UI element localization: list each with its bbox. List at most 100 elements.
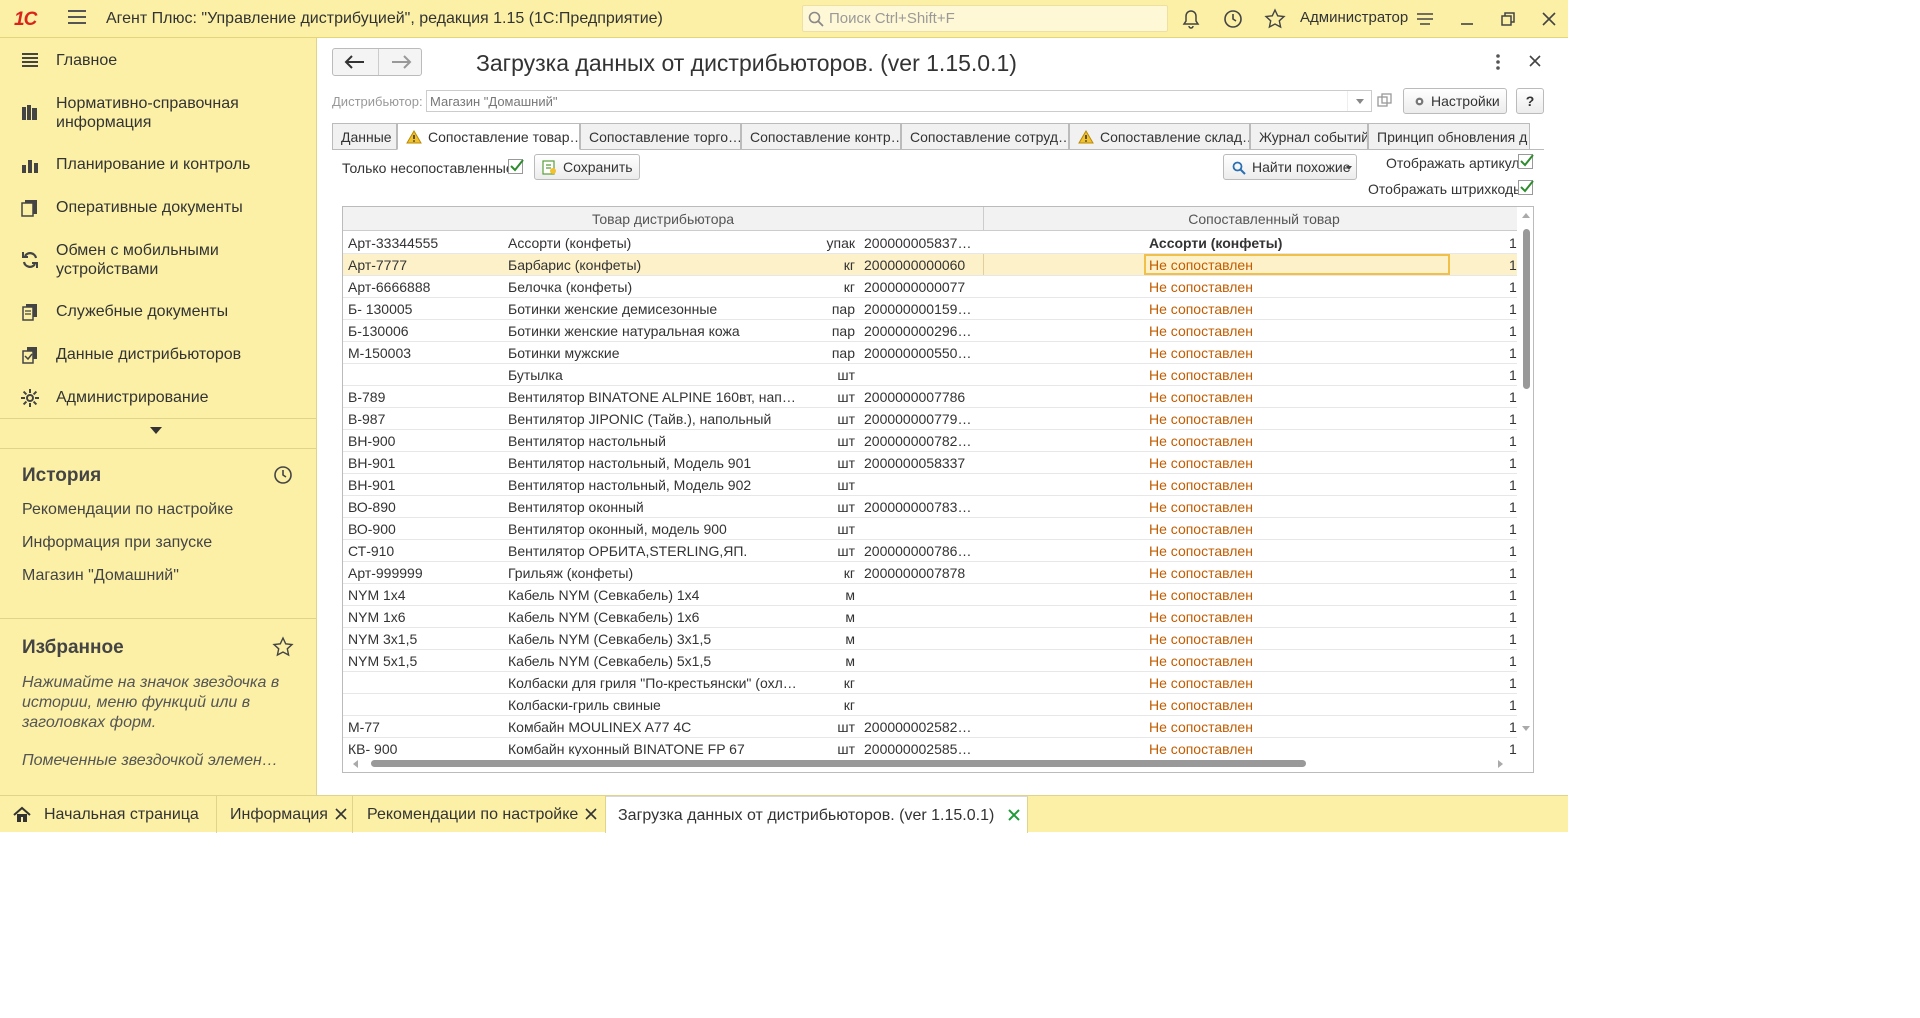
cell-goods-name[interactable]: Вентилятор оконный, модель 900 [508, 521, 800, 537]
find-similar-button[interactable]: Найти похожие [1223, 154, 1357, 180]
window-tab-info[interactable]: Информация [217, 796, 353, 833]
cell-article[interactable]: ВН-901 [348, 477, 498, 493]
cell-matched-goods[interactable]: Не сопоставлен [1149, 477, 1449, 493]
close-icon[interactable] [1538, 8, 1560, 30]
cell-matched-goods[interactable]: Не сопоставлен [1149, 587, 1449, 603]
cell-matched-goods[interactable]: Не сопоставлен [1149, 499, 1449, 515]
scrollbar-thumb[interactable] [1523, 229, 1530, 389]
sidebar-item-service-docs[interactable]: Служебные документы [0, 301, 317, 325]
cell-barcode[interactable]: 2000000007823;… [864, 433, 979, 449]
cell-goods-name[interactable]: Кабель NYM (Севкабель) 1х4 [508, 587, 800, 603]
cell-matched-goods[interactable]: Не сопоставлен [1149, 609, 1449, 625]
cell-article[interactable]: NYM 1x6 [348, 609, 498, 625]
global-search-input[interactable]: Поиск Ctrl+Shift+F [802, 5, 1168, 32]
settings-button[interactable]: Настройки [1403, 88, 1507, 114]
tab-warehouses-matching[interactable]: Сопоставление склад… [1069, 123, 1250, 150]
sidebar-item-distributor-data[interactable]: Данные дистрибьюторов [0, 344, 317, 368]
horizontal-scrollbar[interactable] [343, 756, 1518, 772]
cell-barcode[interactable]: 2000000007878 [864, 565, 979, 581]
cell-goods-name[interactable]: Комбайн MOULINEX A77 4C [508, 719, 800, 735]
more-vertical-icon[interactable] [1490, 52, 1506, 72]
tab-employees-matching[interactable]: Сопоставление сотруд… [901, 123, 1069, 150]
cell-unit[interactable]: м [805, 631, 855, 647]
table-row[interactable]: СТ-910 Вентилятор ОРБИТА,STERLING,ЯП. шт 20… [343, 540, 1517, 562]
table-row[interactable]: Арт-33344555 Ассорти (конфеты) упак 2000000… [343, 232, 1517, 254]
cell-matched-goods[interactable]: Не сопоставлен [1149, 301, 1449, 317]
tab-trade-points-matching[interactable]: Сопоставление торго… [580, 123, 741, 150]
vertical-scrollbar[interactable] [1518, 207, 1533, 772]
tab-data[interactable]: Данные [332, 123, 397, 150]
cell-barcode[interactable]: 2000000007830;… [864, 499, 979, 515]
cell-matched-goods[interactable]: Не сопоставлен [1149, 675, 1449, 691]
cell-matched-goods[interactable]: Не сопоставлен [1149, 521, 1449, 537]
cell-goods-name[interactable]: Кабель NYM (Севкабель) 1х6 [508, 609, 800, 625]
cell-goods-name[interactable]: Вентилятор ОРБИТА,STERLING,ЯП. [508, 543, 800, 559]
table-row[interactable]: NYM 5x1,5 Кабель NYM (Севкабель) 5х1,5 м Не… [343, 650, 1517, 672]
cell-matched-goods[interactable]: Не сопоставлен [1149, 367, 1449, 383]
cell-goods-name[interactable]: Грильяж (конфеты) [508, 565, 800, 581]
table-row[interactable]: ВО-900 Вентилятор оконный, модель 900 шт Не… [343, 518, 1517, 540]
cell-goods-name[interactable]: Кабель NYM (Севкабель) 5х1,5 [508, 653, 800, 669]
table-row[interactable]: Арт-6666888 Белочка (конфеты) кг 2000000000… [343, 276, 1517, 298]
sidebar-item-administration[interactable]: Администрирование [0, 387, 317, 411]
cell-unit[interactable]: пар [805, 345, 855, 361]
dropdown-arrow-icon[interactable] [1347, 91, 1371, 111]
cell-goods-name[interactable]: Белочка (конфеты) [508, 279, 800, 295]
show-article-checkbox[interactable] [1518, 154, 1534, 169]
scroll-right-icon[interactable] [1498, 760, 1503, 768]
table-row[interactable]: Бутылка шт Не сопоставлен 1 [343, 364, 1517, 386]
table-row[interactable]: Арт-999999 Грильяж (конфеты) кг 20000000078… [343, 562, 1517, 584]
open-item-icon[interactable] [1375, 91, 1395, 111]
cell-article[interactable]: ВН-901 [348, 455, 498, 471]
cell-unit[interactable]: пар [805, 301, 855, 317]
cell-goods-name[interactable]: Вентилятор настольный, Модель 902 [508, 477, 800, 493]
cell-article[interactable]: В-987 [348, 411, 498, 427]
cell-article[interactable]: Арт-33344555 [348, 235, 498, 251]
cell-article[interactable]: Б- 130005 [348, 301, 498, 317]
cell-article[interactable]: Б-130006 [348, 323, 498, 339]
cell-goods-name[interactable]: Ассорти (конфеты) [508, 235, 800, 251]
cell-unit[interactable]: шт [805, 741, 855, 757]
cell-goods-name[interactable]: Ботинки женские демисезонные [508, 301, 800, 317]
cell-article[interactable]: М-150003 [348, 345, 498, 361]
table-row[interactable]: М-77 Комбайн MOULINEX A77 4C шт 20000000258… [343, 716, 1517, 738]
cell-barcode[interactable]: 2000000025827;… [864, 719, 979, 735]
table-row[interactable]: Б- 130005 Ботинки женские демисезонные пар… [343, 298, 1517, 320]
cell-goods-name[interactable]: Комбайн кухонный BINATONE FP 67 [508, 741, 800, 757]
cell-matched-goods[interactable]: Не сопоставлен [1149, 631, 1449, 647]
cell-article[interactable]: КВ- 900 [348, 741, 498, 757]
cell-article[interactable]: Арт-6666888 [348, 279, 498, 295]
table-row[interactable]: В-987 Вентилятор JIPONIC (Тайв.), напольн… [343, 408, 1517, 430]
cell-goods-name[interactable]: Барбарис (конфеты) [508, 257, 800, 273]
cell-article[interactable]: Арт-999999 [348, 565, 498, 581]
star-icon[interactable] [1264, 8, 1286, 30]
close-tab-icon[interactable] [335, 808, 347, 820]
cell-matched-goods[interactable]: Не сопоставлен [1149, 411, 1449, 427]
table-row[interactable]: Колбаски-гриль свиные кг Не сопоставлен 1 [343, 694, 1517, 716]
cell-goods-name[interactable]: Колбаски для гриля "По-крестьянски" (охл… [508, 675, 800, 691]
back-button[interactable] [333, 49, 378, 75]
cell-goods-name[interactable]: Вентилятор настольный [508, 433, 800, 449]
cell-goods-name[interactable]: Вентилятор оконный [508, 499, 800, 515]
cell-matched-goods[interactable]: Не сопоставлен [1149, 741, 1449, 757]
cell-article[interactable]: ВО-890 [348, 499, 498, 515]
cell-article[interactable]: ВО-900 [348, 521, 498, 537]
cell-unit[interactable]: шт [805, 367, 855, 383]
history-icon[interactable] [272, 464, 294, 486]
cell-unit[interactable]: шт [805, 499, 855, 515]
cell-goods-name[interactable]: Вентилятор настольный, Модель 901 [508, 455, 800, 471]
cell-goods-name[interactable]: Вентилятор JIPONIC (Тайв.), напольный [508, 411, 800, 427]
cell-article[interactable]: В-789 [348, 389, 498, 405]
cell-article[interactable]: NYM 3x1,5 [348, 631, 498, 647]
table-row[interactable]: Колбаски для гриля "По-крестьянски" (охл… [343, 672, 1517, 694]
distributor-field[interactable]: Магазин "Домашний" [426, 90, 1372, 112]
cell-matched-goods[interactable]: Не сопоставлен [1149, 565, 1449, 581]
cell-unit[interactable]: шт [805, 521, 855, 537]
main-menu-icon[interactable] [68, 10, 86, 26]
table-row[interactable]: ВН-901 Вентилятор настольный, Модель 901 ш… [343, 452, 1517, 474]
restore-icon[interactable] [1497, 8, 1519, 30]
cell-barcode[interactable]: 2000000007793;… [864, 411, 979, 427]
history-link[interactable]: Рекомендации по настройке [22, 501, 233, 519]
cell-matched-goods[interactable]: Не сопоставлен [1149, 257, 1449, 273]
cell-goods-name[interactable]: Бутылка [508, 367, 800, 383]
